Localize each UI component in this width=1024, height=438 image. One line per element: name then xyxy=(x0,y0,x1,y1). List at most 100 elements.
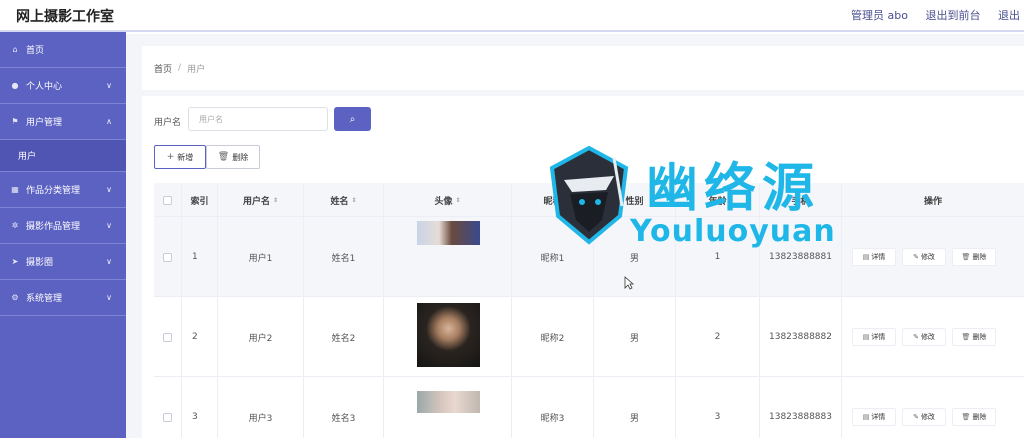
sort-icon: ⇕ xyxy=(455,196,461,204)
cell-gender: 男 xyxy=(594,377,676,438)
table-row: 1 用户1 姓名1 昵称1 男 1 13823888881 ▤ 详情 ✎ 修改 🗑 删… xyxy=(154,217,1024,297)
breadcrumb: 首页 / 用户 xyxy=(142,46,1024,90)
table-row: 3 用户3 姓名3 昵称3 男 3 13823888883 ▤ 详情 ✎ 修改 🗑 删… xyxy=(154,377,1024,438)
edit-icon: ✎ xyxy=(913,333,919,341)
document-icon: ▤ xyxy=(862,253,870,261)
sidebar-item-system[interactable]: ⚙ 系统管理 ∨ xyxy=(0,280,126,316)
avatar xyxy=(417,303,480,367)
header-nickname[interactable]: 昵称 xyxy=(512,183,594,217)
cell-nickname: 昵称1 xyxy=(512,217,594,297)
chevron-up-icon: ∧ xyxy=(106,117,112,126)
edit-icon: ✎ xyxy=(913,413,919,421)
header-index: 索引 xyxy=(182,183,218,217)
cell-age: 3 xyxy=(676,377,760,438)
top-header: 网上摄影工作室 管理员 abo 退出到前台 退出 xyxy=(0,0,1024,32)
header-gender[interactable]: 性别 xyxy=(594,183,676,217)
cell-phone: 13823888882 xyxy=(760,297,842,377)
avatar xyxy=(417,221,480,245)
front-link[interactable]: 退出到前台 xyxy=(926,9,981,22)
header-age[interactable]: 年龄 xyxy=(676,183,760,217)
delete-button[interactable]: 🗑 删除 xyxy=(206,145,260,169)
gear-icon: ✲ xyxy=(11,221,19,230)
avatar xyxy=(417,391,480,413)
sidebar-item-profile[interactable]: ● 个人中心 ∨ xyxy=(0,68,126,104)
sidebar-item-works[interactable]: ✲ 摄影作品管理 ∨ xyxy=(0,208,126,244)
header-name[interactable]: 姓名 ⇕ xyxy=(304,183,384,217)
admin-label: 管理员 abo xyxy=(851,9,908,22)
table-row: 2 用户2 姓名2 昵称2 男 2 13823888882 ▤ 详情 ✎ 修改 🗑 删… xyxy=(154,297,1024,377)
breadcrumb-current: 用户 xyxy=(187,64,206,75)
row-select-cell xyxy=(154,297,182,377)
edit-button[interactable]: ✎ 修改 xyxy=(902,328,946,346)
breadcrumb-home[interactable]: 首页 xyxy=(154,62,172,75)
edit-icon: ✎ xyxy=(913,253,919,261)
sidebar-item-user-management[interactable]: ⚑ 用户管理 ∧ xyxy=(0,104,126,140)
search-label: 用户名 xyxy=(154,118,182,128)
sort-icon: ⇕ xyxy=(272,196,279,204)
sidebar-item-label: 系统管理 xyxy=(26,294,63,304)
search-icon: ⌕ xyxy=(349,113,356,125)
document-icon: ▤ xyxy=(862,333,870,341)
cell-gender: 男 xyxy=(594,217,676,297)
cell-nickname: 昵称2 xyxy=(512,297,594,377)
breadcrumb-separator: / xyxy=(178,63,182,73)
sidebar-item-category[interactable]: ▦ 作品分类管理 ∨ xyxy=(0,172,126,208)
flag-icon: ⚑ xyxy=(11,117,19,126)
cell-name: 姓名1 xyxy=(304,217,384,297)
header-avatar[interactable]: 头像 ⇕ xyxy=(384,183,512,217)
sidebar-subitem-users[interactable]: 用户 xyxy=(0,140,126,172)
add-button[interactable]: + 新增 xyxy=(154,145,206,169)
header-username[interactable]: 用户名 ⇕ xyxy=(218,183,304,217)
cell-age: 2 xyxy=(676,297,760,377)
chevron-down-icon: ∨ xyxy=(106,221,112,230)
select-all-checkbox[interactable] xyxy=(163,195,172,205)
cell-gender: 男 xyxy=(594,297,676,377)
cell-username: 用户3 xyxy=(218,377,304,438)
search-button[interactable]: ⌕ xyxy=(334,107,371,131)
row-checkbox[interactable] xyxy=(163,412,172,422)
home-icon: ⌂ xyxy=(12,45,18,54)
table-header: 索引 用户名 ⇕ 姓名 ⇕ 头像 ⇕ 昵称 性别 年龄 手机 操作 xyxy=(154,183,1024,217)
chevron-down-icon: ∨ xyxy=(106,257,112,266)
chevron-down-icon: ∨ xyxy=(106,81,112,90)
row-delete-button[interactable]: 🗑 删除 xyxy=(952,408,996,426)
plus-icon: + xyxy=(166,152,175,162)
sidebar-item-home[interactable]: ⌂ 首页 xyxy=(0,32,126,68)
sidebar-item-label: 用户管理 xyxy=(26,118,63,128)
cell-index: 2 xyxy=(182,297,218,377)
cell-username: 用户1 xyxy=(218,217,304,297)
chevron-down-icon: ∨ xyxy=(106,185,112,194)
user-icon: ● xyxy=(11,81,19,90)
cell-phone: 13823888881 xyxy=(760,217,842,297)
trash-icon: 🗑 xyxy=(961,333,971,341)
row-delete-button[interactable]: 🗑 删除 xyxy=(952,248,996,266)
grid-icon: ▦ xyxy=(11,185,19,194)
mouse-cursor-icon xyxy=(624,276,634,290)
cell-username: 用户2 xyxy=(218,297,304,377)
edit-button[interactable]: ✎ 修改 xyxy=(902,248,946,266)
user-panel: 用户名 用户名 ⌕ + 新增 🗑 删除 索引 用户名 ⇕ 姓名 ⇕ 头像 ⇕ 昵称 性… xyxy=(142,96,1024,438)
sidebar-item-label: 作品分类管理 xyxy=(26,186,81,196)
sidebar-item-label: 首页 xyxy=(26,46,45,56)
cell-age: 1 xyxy=(676,217,760,297)
edit-button[interactable]: ✎ 修改 xyxy=(902,408,946,426)
sidebar-item-circle[interactable]: ➤ 摄影圈 ∨ xyxy=(0,244,126,280)
cell-index: 3 xyxy=(182,377,218,438)
app-title: 网上摄影工作室 xyxy=(16,9,114,25)
chevron-down-icon: ∨ xyxy=(106,293,112,302)
select-all-cell xyxy=(154,183,182,217)
detail-button[interactable]: ▤ 详情 xyxy=(852,248,896,266)
logout-link[interactable]: 退出 xyxy=(998,9,1020,22)
row-checkbox[interactable] xyxy=(163,252,172,262)
sort-icon: ⇕ xyxy=(351,196,357,204)
document-icon: ▤ xyxy=(862,413,870,421)
detail-button[interactable]: ▤ 详情 xyxy=(852,408,896,426)
row-checkbox[interactable] xyxy=(163,332,172,342)
row-select-cell xyxy=(154,217,182,297)
user-table: 索引 用户名 ⇕ 姓名 ⇕ 头像 ⇕ 昵称 性别 年龄 手机 操作 1 用户1 姓名1… xyxy=(154,183,1024,438)
row-delete-button[interactable]: 🗑 删除 xyxy=(952,328,996,346)
send-icon: ➤ xyxy=(11,257,19,266)
detail-button[interactable]: ▤ 详情 xyxy=(852,328,896,346)
search-input[interactable]: 用户名 xyxy=(188,107,328,131)
header-phone[interactable]: 手机 xyxy=(760,183,842,217)
